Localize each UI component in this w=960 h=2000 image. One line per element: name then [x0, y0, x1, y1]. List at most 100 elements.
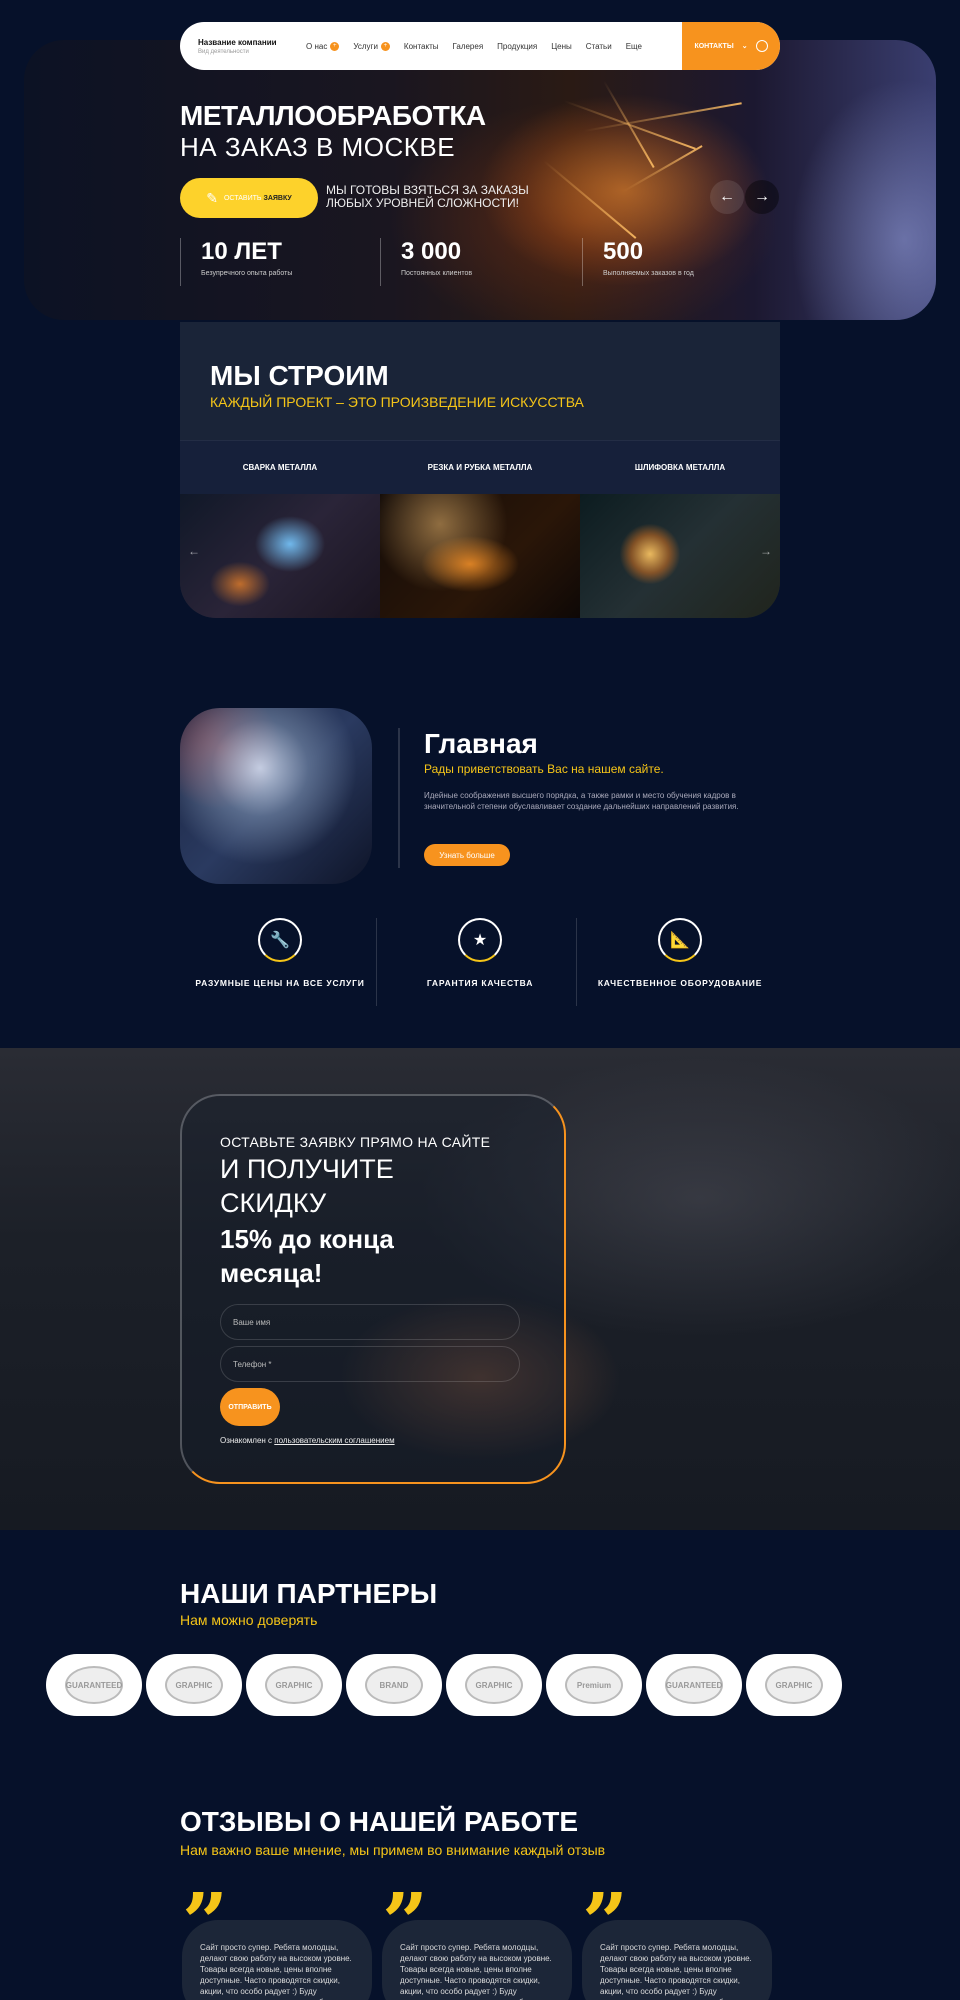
stat-label: Постоянных клиентов: [401, 270, 473, 277]
company-name: Название компании: [198, 37, 277, 47]
stat-experience: 10 ЛЕТ Безупречного опыта работы: [180, 238, 292, 286]
partner-logo[interactable]: GUARANTEED: [646, 1654, 742, 1716]
arrow-right-icon[interactable]: →: [760, 544, 772, 558]
nav-item-about[interactable]: О нас +: [306, 41, 340, 51]
feature-label: ГАРАНТИЯ КАЧЕСТВА: [426, 978, 534, 988]
partners-subtitle: Нам можно доверять: [180, 1612, 318, 1628]
feature-label: РАЗУМНЫЕ ЦЕНЫ НА ВСЕ УСЛУГИ: [195, 978, 365, 988]
top-navbar: Название компании Вид деятельности О нас…: [180, 22, 780, 70]
form-heading: ОСТАВЬТЕ ЗАЯВКУ ПРЯМО НА САЙТЕ: [220, 1134, 491, 1150]
phone-input[interactable]: [220, 1346, 520, 1382]
welding-image[interactable]: [180, 494, 380, 618]
hero-title: МЕТАЛЛООБРАБОТКА: [180, 100, 486, 131]
service-images: [180, 494, 780, 618]
nav-item-label: Услуги: [353, 41, 378, 51]
feature-quality: ★ ГАРАНТИЯ КАЧЕСТВА: [390, 918, 570, 989]
partner-logo-text: Premium: [565, 1666, 623, 1704]
stat-label: Выполняемых заказов в год: [603, 270, 694, 277]
arrow-right-icon[interactable]: →: [745, 180, 779, 214]
grinding-image[interactable]: [580, 494, 780, 618]
nav-item-articles[interactable]: Статьи: [586, 42, 612, 51]
stat-orders: 500 Выполняемых заказов в год: [582, 238, 694, 286]
leave-request-button[interactable]: ✎ ОСТАВИТЬ ЗАЯВКУ: [180, 178, 318, 218]
form-heading-offer: 15% до конца месяца!: [220, 1224, 394, 1288]
partner-logo[interactable]: BRAND: [346, 1654, 442, 1716]
partner-logo[interactable]: GRAPHIC: [146, 1654, 242, 1716]
main-subtitle: Рады приветствовать Вас на нашем сайте.: [424, 762, 664, 776]
reviews-subtitle: Нам важно ваше мнение, мы примем во вним…: [180, 1842, 606, 1858]
arrow-left-icon[interactable]: ←: [188, 544, 200, 558]
feature-prices: 🔧 РАЗУМНЫЕ ЦЕНЫ НА ВСЕ УСЛУГИ: [190, 918, 370, 989]
partner-logo[interactable]: GUARANTEED: [46, 1654, 142, 1716]
submit-button[interactable]: ОТПРАВИТЬ: [220, 1388, 280, 1426]
partner-logo-text: GUARANTEED: [665, 1666, 723, 1704]
stat-clients: 3 000 Постоянных клиентов: [380, 238, 472, 286]
brand[interactable]: Название компании Вид деятельности: [180, 38, 290, 55]
button-label-bold: ЗАЯВКУ: [263, 194, 292, 202]
partner-logo-text: GRAPHIC: [165, 1666, 223, 1704]
nav-item-label: О нас: [306, 41, 328, 51]
section-subtitle: КАЖДЫЙ ПРОЕКТ – ЭТО ПРОИЗВЕДЕНИЕ ИСКУССТ…: [210, 394, 584, 410]
name-input[interactable]: [220, 1304, 520, 1340]
company-subtitle: Вид деятельности: [198, 48, 249, 55]
main-text: Идейные соображения высшего порядка, а т…: [424, 791, 739, 811]
tab-grinding[interactable]: ШЛИФОВКА МЕТАЛЛА: [580, 441, 780, 494]
nav-item-more[interactable]: Еще: [626, 42, 642, 51]
nav-menu: О нас + Услуги + Контакты Галерея Продукци…: [306, 41, 682, 51]
review-card: Сайт просто супер. Ребята молодцы, делаю…: [182, 1920, 372, 2000]
partner-logo-text: GRAPHIC: [765, 1666, 823, 1704]
feature-label: КАЧЕСТВЕННОЕ ОБОРУДОВАНИЕ: [597, 978, 763, 988]
agreement-prefix: Ознакомлен с: [220, 1436, 273, 1445]
nav-item-prices[interactable]: Цены: [551, 42, 572, 51]
partner-logo-text: GUARANTEED: [65, 1666, 123, 1704]
stat-label: Безупречного опыта работы: [201, 270, 293, 277]
service-tabs: СВАРКА МЕТАЛЛА РЕЗКА И РУБКА МЕТАЛЛА ШЛИ…: [180, 440, 780, 494]
divider: [576, 918, 577, 1006]
nav-item-gallery[interactable]: Галерея: [452, 42, 483, 51]
partner-logo[interactable]: Premium: [546, 1654, 642, 1716]
services-section: МЫ СТРОИМ КАЖДЫЙ ПРОЕКТ – ЭТО ПРОИЗВЕДЕН…: [180, 322, 780, 618]
stat-value: 10 ЛЕТ: [201, 238, 282, 265]
spark-decoration: [623, 145, 703, 192]
contacts-label: КОНТАКТЫ: [694, 42, 734, 50]
partner-logo-text: GRAPHIC: [465, 1666, 523, 1704]
hero-subtitle: НА ЗАКАЗ В МОСКВЕ: [180, 132, 456, 162]
chevron-down-icon: ⌄: [741, 43, 748, 50]
partner-logo-text: BRAND: [365, 1666, 423, 1704]
divider: [398, 728, 400, 868]
feature-equipment: 📐 КАЧЕСТВЕННОЕ ОБОРУДОВАНИЕ: [590, 918, 770, 989]
tab-welding[interactable]: СВАРКА МЕТАЛЛА: [180, 441, 380, 494]
tab-cutting[interactable]: РЕЗКА И РУБКА МЕТАЛЛА: [380, 441, 580, 494]
stat-value: 500: [603, 238, 644, 265]
ruler-icon: 📐: [658, 918, 702, 962]
lathe-image: [180, 708, 372, 884]
partners-title: НАШИ ПАРТНЕРЫ: [180, 1578, 438, 1609]
divider: [376, 918, 377, 1006]
button-label: ОСТАВИТЬ ЗАЯВКУ: [224, 195, 292, 202]
medal-icon: ★: [458, 918, 502, 962]
arrow-left-icon[interactable]: ←: [710, 180, 744, 214]
nav-item-products[interactable]: Продукция: [497, 42, 537, 51]
contacts-button[interactable]: КОНТАКТЫ ⌄: [682, 22, 780, 70]
agreement-link[interactable]: пользовательским соглашением: [274, 1436, 394, 1445]
learn-more-button[interactable]: Узнать больше: [424, 844, 510, 866]
section-title: МЫ СТРОИМ: [210, 360, 389, 391]
review-card: Сайт просто супер. Ребята молодцы, делаю…: [582, 1920, 772, 2000]
review-card: Сайт просто супер. Ребята молодцы, делаю…: [382, 1920, 572, 2000]
cutting-image[interactable]: [380, 494, 580, 618]
partner-logo-text: GRAPHIC: [265, 1666, 323, 1704]
partner-logo[interactable]: GRAPHIC: [246, 1654, 342, 1716]
form-heading-large: И ПОЛУЧИТЕ СКИДКУ: [220, 1154, 394, 1218]
partner-logo[interactable]: GRAPHIC: [746, 1654, 842, 1716]
expand-icon: +: [380, 41, 390, 51]
agreement-text: Ознакомлен с пользовательским соглашение…: [220, 1436, 395, 1445]
pencil-icon: ✎: [206, 189, 218, 206]
stat-value: 3 000: [401, 238, 462, 265]
expand-icon: +: [330, 41, 340, 51]
partner-logo[interactable]: GRAPHIC: [446, 1654, 542, 1716]
nav-item-services[interactable]: Услуги +: [353, 41, 390, 51]
phone-icon: [755, 40, 768, 52]
hero-tagline: МЫ ГОТОВЫ ВЗЯТЬСЯ ЗА ЗАКАЗЫ ЛЮБЫХ УРОВНЕ…: [326, 183, 529, 210]
nav-item-contacts[interactable]: Контакты: [404, 42, 439, 51]
reviews-title: ОТЗЫВЫ О НАШЕЙ РАБОТЕ: [180, 1806, 579, 1837]
